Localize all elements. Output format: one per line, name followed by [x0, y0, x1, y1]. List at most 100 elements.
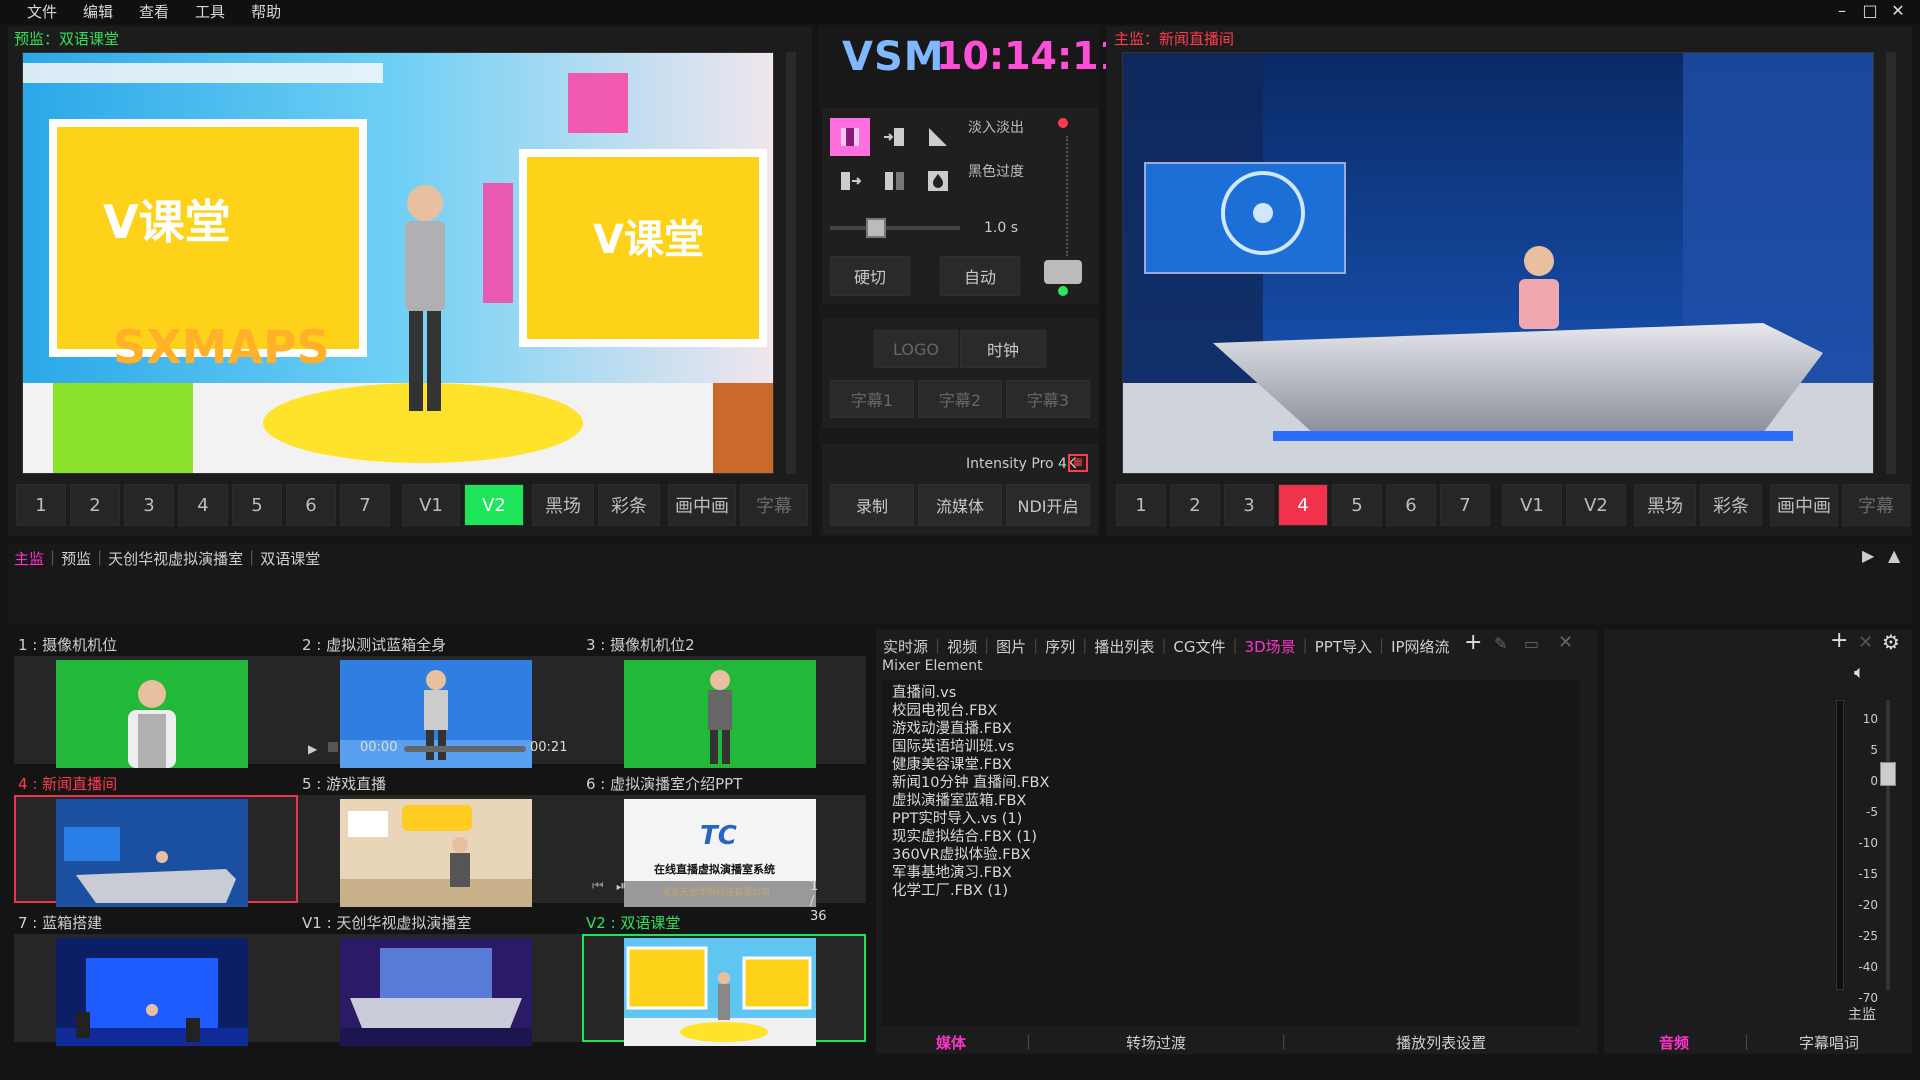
program-btn-7[interactable]: 7: [1440, 484, 1490, 526]
menu-file[interactable]: 文件: [14, 0, 70, 24]
tab-image[interactable]: 图片: [989, 636, 1033, 657]
add-icon[interactable]: +: [1464, 630, 1482, 655]
logo-button[interactable]: LOGO: [874, 330, 958, 368]
preview-btn-v2[interactable]: V2: [464, 484, 524, 526]
ndi-button[interactable]: NDI开启: [1006, 484, 1090, 526]
tab-ip-stream[interactable]: IP网络流: [1384, 636, 1456, 657]
black-fade-label[interactable]: 黑色过度: [966, 164, 1026, 180]
program-btn-colorbar[interactable]: 彩条: [1700, 484, 1762, 526]
subtitle3-button[interactable]: 字幕3: [1006, 380, 1090, 418]
collapse-up-icon[interactable]: ▲: [1888, 546, 1900, 565]
duration-slider-track[interactable]: [830, 226, 960, 230]
file-item[interactable]: 现实虚拟结合.FBX (1): [892, 828, 1049, 846]
tab-playlist-settings[interactable]: 播放列表设置: [1286, 1032, 1596, 1053]
program-btn-v1[interactable]: V1: [1502, 484, 1562, 526]
audio-remove-icon[interactable]: ✕: [1858, 632, 1873, 653]
maximize-icon[interactable]: □: [1858, 0, 1882, 24]
strip-scene[interactable]: 天创华视虚拟演播室: [108, 548, 243, 569]
preview-btn-5[interactable]: 5: [232, 484, 282, 526]
tab-video[interactable]: 视频: [940, 636, 984, 657]
record-button[interactable]: 录制: [830, 484, 914, 526]
wipe-vertical-icon[interactable]: [830, 118, 870, 156]
file-item[interactable]: 游戏动漫直播.FBX: [892, 720, 1049, 738]
program-btn-4[interactable]: 4: [1278, 484, 1328, 526]
subtitle1-button[interactable]: 字幕1: [830, 380, 914, 418]
strip-program[interactable]: 主监: [14, 548, 44, 569]
tab-sequence[interactable]: 序列: [1038, 636, 1082, 657]
fade-label[interactable]: 淡入淡出: [966, 120, 1026, 136]
wipe-right-icon[interactable]: [874, 118, 914, 156]
play-icon[interactable]: ▶: [1862, 546, 1874, 565]
wipe-diagonal-icon[interactable]: [918, 118, 958, 156]
flame-icon[interactable]: [918, 162, 958, 200]
preview-btn-pip[interactable]: 画中画: [668, 484, 736, 526]
volume-icon[interactable]: 🔈︎: [1854, 662, 1865, 683]
video-progress-bar[interactable]: [404, 746, 526, 752]
file-item[interactable]: 虚拟演播室蓝箱.FBX: [892, 792, 1049, 810]
edit-icon[interactable]: ✎: [1494, 634, 1507, 653]
rename-icon[interactable]: ▭: [1524, 634, 1539, 653]
tab-lyrics[interactable]: 字幕唱词: [1749, 1032, 1909, 1053]
program-btn-pip[interactable]: 画中画: [1770, 484, 1838, 526]
file-item[interactable]: 国际英语培训班.vs: [892, 738, 1049, 756]
program-btn-1[interactable]: 1: [1116, 484, 1166, 526]
preview-btn-2[interactable]: 2: [70, 484, 120, 526]
ppt-prev-icon[interactable]: ⏮: [592, 879, 604, 894]
preview-btn-4[interactable]: 4: [178, 484, 228, 526]
preview-btn-6[interactable]: 6: [286, 484, 336, 526]
fader-handle[interactable]: [1880, 762, 1896, 786]
file-item[interactable]: 360VR虚拟体验.FBX: [892, 846, 1049, 864]
subtitle2-button[interactable]: 字幕2: [918, 380, 1002, 418]
clock-button[interactable]: 时钟: [960, 330, 1046, 368]
preview-btn-3[interactable]: 3: [124, 484, 174, 526]
program-btn-v2[interactable]: V2: [1566, 484, 1626, 526]
minimize-icon[interactable]: –: [1830, 0, 1854, 24]
preview-btn-subtitle[interactable]: 字幕: [740, 484, 808, 526]
stream-button[interactable]: 流媒体: [918, 484, 1002, 526]
split-icon[interactable]: [874, 162, 914, 200]
hard-cut-button[interactable]: 硬切: [830, 256, 910, 296]
file-item[interactable]: 健康美容课堂.FBX: [892, 756, 1049, 774]
tab-transition[interactable]: 转场过渡: [1031, 1032, 1281, 1053]
tab-audio[interactable]: 音频: [1604, 1032, 1744, 1053]
settings-gear-icon[interactable]: ⚙: [1882, 630, 1900, 654]
program-screen[interactable]: [1122, 52, 1874, 474]
duration-slider-handle[interactable]: [866, 218, 886, 238]
menu-view[interactable]: 查看: [126, 0, 182, 24]
tab-media[interactable]: 媒体: [876, 1032, 1026, 1053]
tbar-handle[interactable]: [1044, 260, 1082, 284]
push-left-icon[interactable]: [830, 162, 870, 200]
audio-add-icon[interactable]: +: [1830, 628, 1848, 653]
video-play-icon[interactable]: ▶: [308, 742, 317, 756]
file-item[interactable]: 新闻10分钟 直播间.FBX: [892, 774, 1049, 792]
menu-help[interactable]: 帮助: [238, 0, 294, 24]
program-btn-3[interactable]: 3: [1224, 484, 1274, 526]
file-item[interactable]: 直播间.vs: [892, 684, 1049, 702]
file-item[interactable]: 化学工厂.FBX (1): [892, 882, 1049, 900]
file-item[interactable]: PPT实时导入.vs (1): [892, 810, 1049, 828]
preview-screen[interactable]: V课堂 V课堂 SXMAPS: [22, 52, 774, 474]
strip-preview[interactable]: 预监: [61, 548, 91, 569]
program-btn-2[interactable]: 2: [1170, 484, 1220, 526]
program-btn-black[interactable]: 黑场: [1634, 484, 1696, 526]
auto-button[interactable]: 自动: [940, 256, 1020, 296]
delete-icon[interactable]: ✕: [1558, 632, 1573, 653]
tab-playlist[interactable]: 播出列表: [1087, 636, 1161, 657]
ppt-next-icon[interactable]: ⏯: [616, 879, 626, 894]
program-btn-subtitle[interactable]: 字幕: [1842, 484, 1910, 526]
preview-btn-1[interactable]: 1: [16, 484, 66, 526]
file-item[interactable]: 校园电视台.FBX: [892, 702, 1049, 720]
video-stop-icon[interactable]: [328, 742, 338, 752]
preview-btn-colorbar[interactable]: 彩条: [598, 484, 660, 526]
tab-live-source[interactable]: 实时源: [876, 636, 935, 657]
close-icon[interactable]: ✕: [1886, 0, 1910, 24]
preview-scrollbar[interactable]: [786, 52, 796, 474]
strip-class[interactable]: 双语课堂: [260, 548, 320, 569]
preview-btn-black[interactable]: 黑场: [532, 484, 594, 526]
menu-edit[interactable]: 编辑: [70, 0, 126, 24]
tab-ppt-import[interactable]: PPT导入: [1308, 636, 1379, 657]
tab-3d-scene[interactable]: 3D场景: [1238, 636, 1303, 657]
fader-track[interactable]: [1886, 700, 1890, 990]
program-scrollbar[interactable]: [1886, 52, 1896, 474]
menu-tools[interactable]: 工具: [182, 0, 238, 24]
